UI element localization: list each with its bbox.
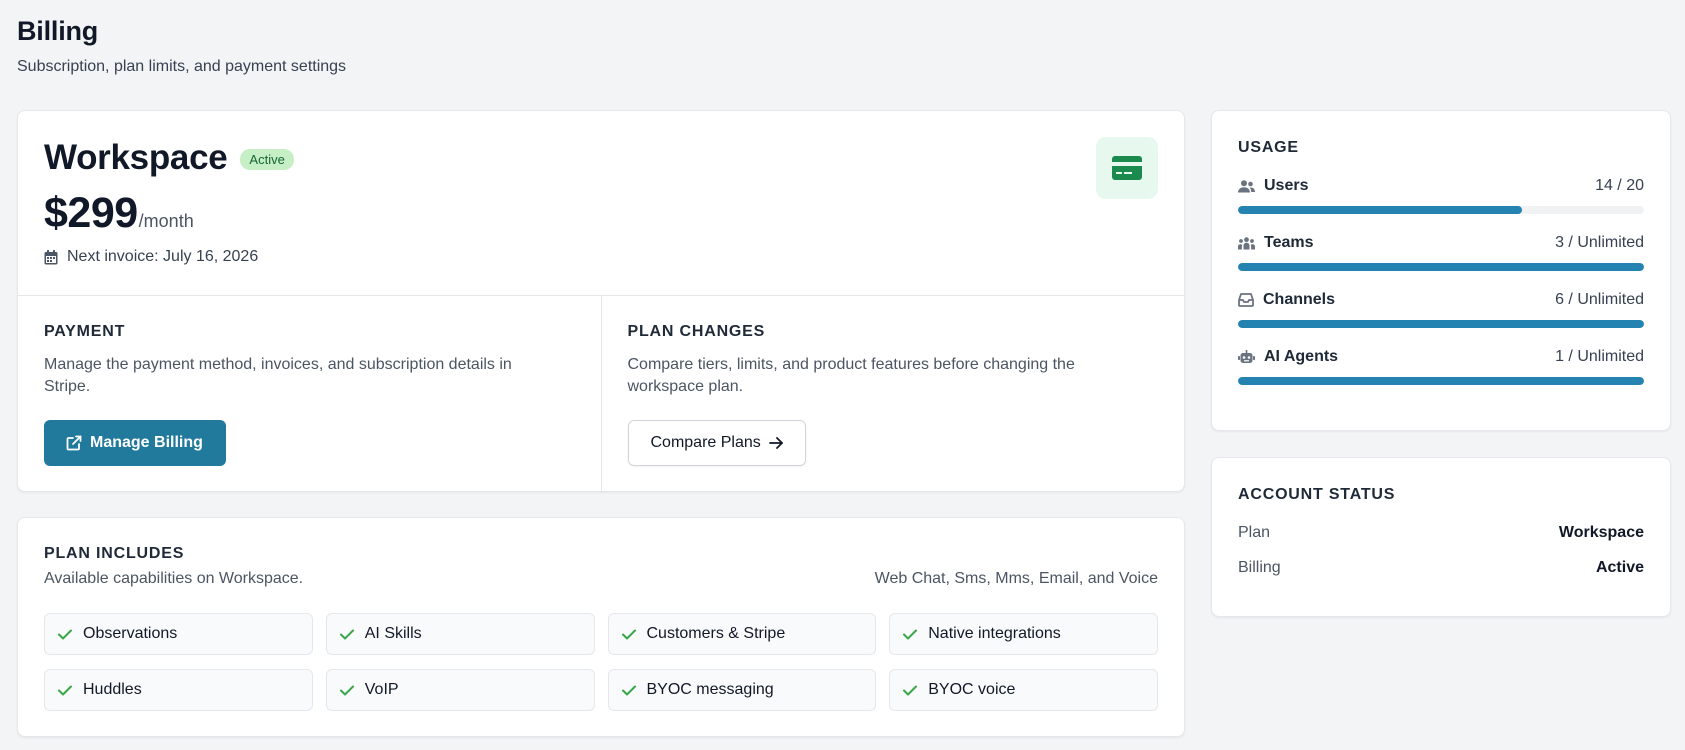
usage-bar-fill (1238, 206, 1523, 214)
check-icon (903, 629, 918, 639)
status-badge: Active (240, 149, 294, 170)
compare-plans-label: Compare Plans (650, 434, 761, 451)
usage-item-value: 1 / Unlimited (1555, 348, 1644, 365)
features-grid: Observations AI Skills Customers & Strip… (44, 613, 1158, 711)
usage-item-label: Channels (1263, 291, 1336, 308)
plan-includes-card: PLAN INCLUDES Available capabilities on … (17, 517, 1185, 737)
usage-item-value: 14 / 20 (1595, 177, 1644, 194)
manage-billing-button[interactable]: Manage Billing (44, 420, 226, 466)
arrow-right-icon (768, 437, 783, 449)
payment-section: PAYMENT Manage the payment method, invoi… (18, 296, 601, 492)
status-row-label: Plan (1238, 524, 1271, 541)
status-row-label: Billing (1238, 559, 1281, 576)
check-icon (58, 629, 72, 639)
usage-bar-fill (1238, 263, 1644, 271)
usage-item-label: Users (1264, 177, 1309, 194)
plan-icon-box (1096, 137, 1158, 199)
plan-includes-subtitle: Available capabilities on Workspace. (44, 570, 304, 587)
feature-item: Customers & Stripe (607, 613, 877, 655)
check-icon (621, 685, 636, 695)
usage-bar-fill (1238, 377, 1644, 385)
next-invoice-text: Next invoice: July 16, 2026 (67, 248, 259, 265)
usage-bar (1238, 206, 1644, 214)
feature-item: VoIP (325, 669, 595, 711)
payment-label: PAYMENT (44, 323, 126, 340)
page-header: Billing Subscription, plan limits, and p… (17, 16, 346, 76)
check-icon (339, 685, 354, 695)
usage-row-teams: Teams 3 / Unlimited (1238, 234, 1644, 271)
feature-item: Native integrations (889, 613, 1158, 655)
manage-billing-label: Manage Billing (90, 434, 203, 451)
page-subtitle: Subscription, plan limits, and payment s… (17, 58, 347, 75)
status-row-plan: Plan Workspace (1238, 524, 1644, 542)
usage-item-label: Teams (1264, 234, 1314, 251)
plan-name: Workspace (44, 138, 228, 177)
plan-changes-label: PLAN CHANGES (627, 323, 766, 340)
check-icon (58, 685, 72, 695)
price-unit: /month (138, 211, 194, 231)
plan-includes-label: PLAN INCLUDES (44, 545, 185, 562)
feature-item: BYOC messaging (607, 669, 877, 711)
usage-item-label: AI Agents (1264, 348, 1339, 365)
channels-list: Web Chat, Sms, Mms, Email, and Voice (874, 570, 1158, 587)
teams-icon (1238, 236, 1255, 249)
usage-item-value: 6 / Unlimited (1555, 291, 1644, 308)
feature-item: Huddles (44, 669, 313, 711)
feature-item: Observations (44, 613, 313, 655)
inbox-icon (1238, 293, 1254, 307)
status-row-billing: Billing Active (1238, 559, 1644, 577)
page-title: Billing (17, 16, 99, 46)
check-icon (903, 685, 918, 695)
feature-item: BYOC voice (889, 669, 1158, 711)
usage-bar (1238, 320, 1644, 328)
status-row-value: Active (1595, 559, 1644, 576)
plan-changes-section: PLAN CHANGES Compare tiers, limits, and … (600, 296, 1185, 492)
usage-bar (1238, 263, 1644, 271)
price-amount: $299 (44, 189, 138, 237)
users-icon (1238, 179, 1255, 192)
usage-card: USAGE Users 14 / 20 Teams 3 / Unlimited … (1211, 110, 1671, 431)
check-icon (339, 629, 354, 639)
usage-bar (1238, 377, 1644, 385)
usage-bar-fill (1238, 320, 1644, 328)
credit-card-icon (1112, 156, 1142, 180)
payment-description: Manage the payment method, invoices, and… (44, 356, 512, 395)
external-link-icon (66, 435, 82, 451)
price: $299 /month (44, 189, 194, 238)
plan-card: Workspace Active $299 /month Next invoic… (17, 110, 1185, 492)
plan-summary: Workspace Active $299 /month Next invoic… (18, 111, 1184, 296)
usage-row-ai-agents: AI Agents 1 / Unlimited (1238, 348, 1644, 385)
check-icon (621, 629, 636, 639)
calendar-icon (44, 249, 58, 264)
compare-plans-button[interactable]: Compare Plans (627, 420, 806, 466)
robot-icon (1238, 350, 1255, 363)
usage-row-channels: Channels 6 / Unlimited (1238, 291, 1644, 328)
feature-item: AI Skills (325, 613, 595, 655)
usage-label: USAGE (1238, 139, 1299, 156)
next-invoice: Next invoice: July 16, 2026 (44, 248, 258, 266)
plan-changes-description: Compare tiers, limits, and product featu… (627, 356, 1075, 395)
account-status-card: ACCOUNT STATUS Plan Workspace Billing Ac… (1211, 457, 1671, 617)
usage-row-users: Users 14 / 20 (1238, 177, 1644, 214)
account-status-label: ACCOUNT STATUS (1238, 486, 1396, 503)
status-row-value: Workspace (1558, 524, 1644, 541)
usage-item-value: 3 / Unlimited (1555, 234, 1644, 251)
